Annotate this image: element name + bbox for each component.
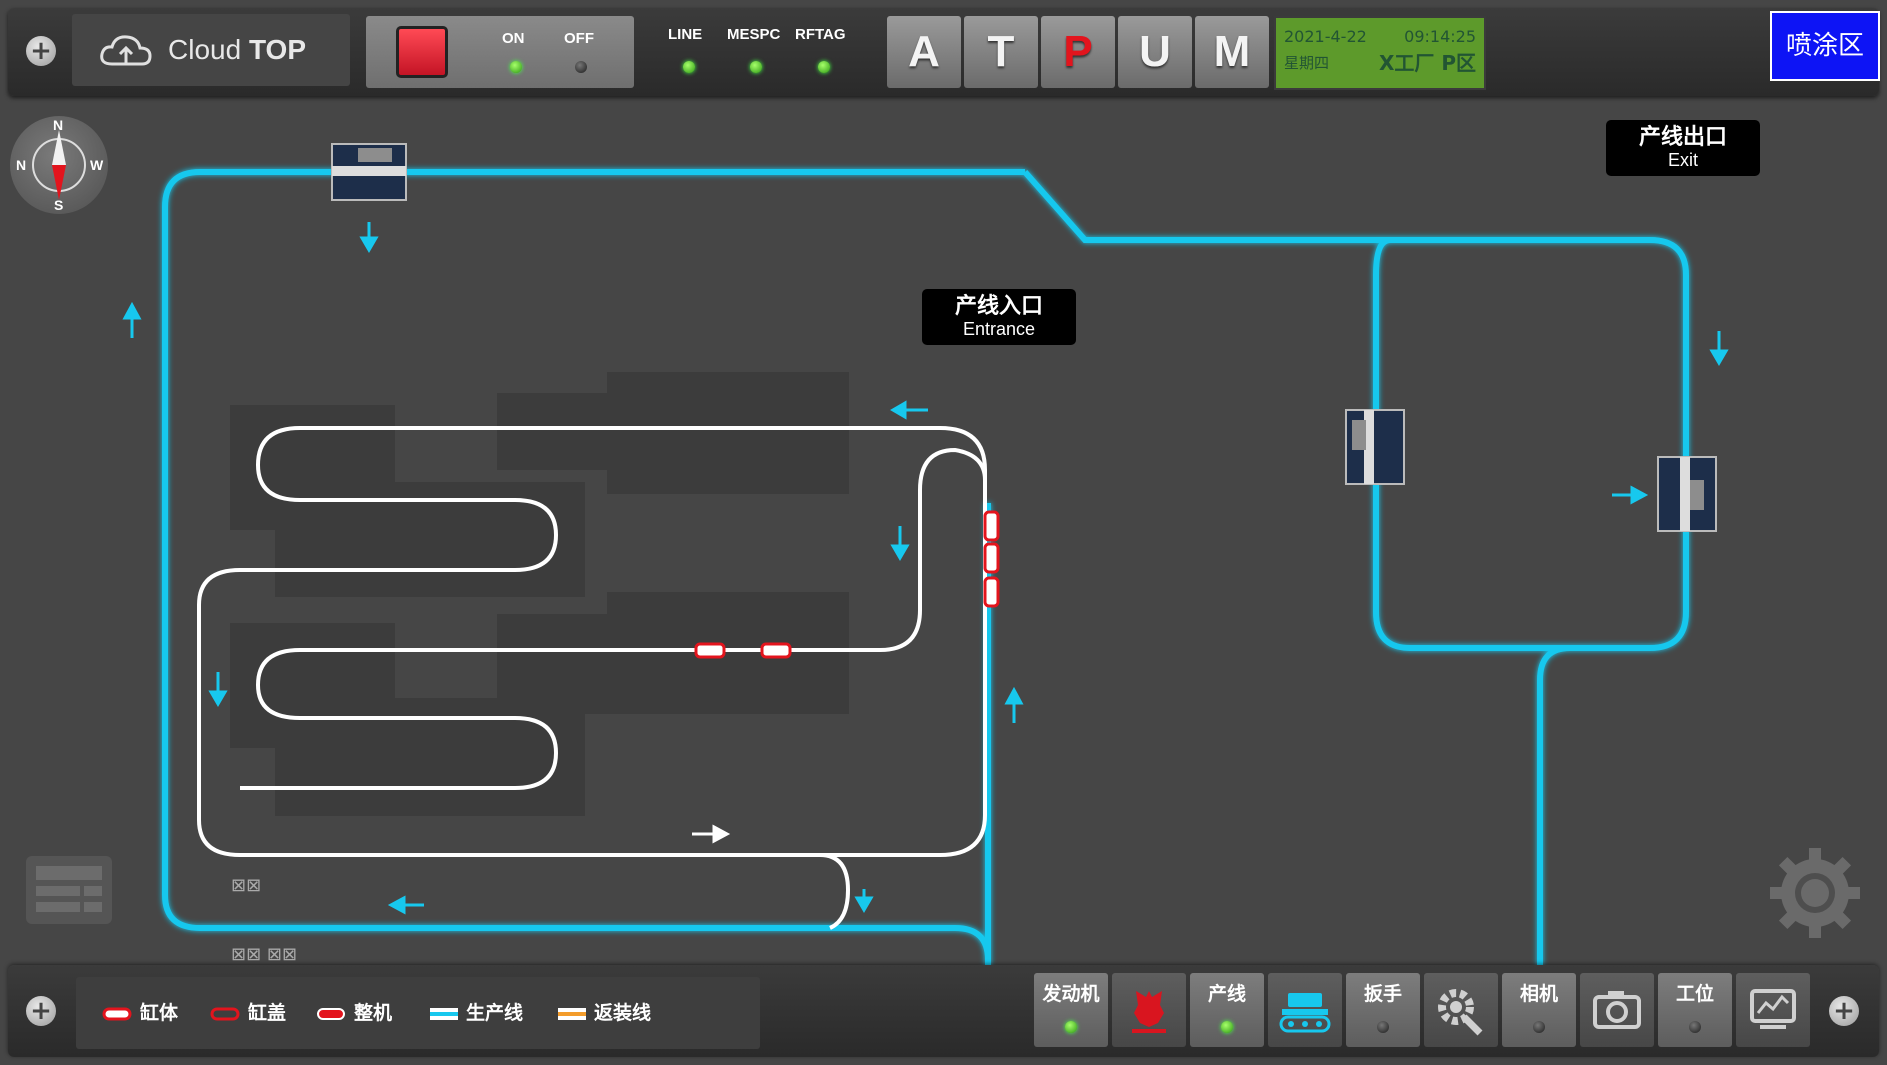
legend-item-block: 缸体 bbox=[102, 1001, 178, 1025]
compass-west: W bbox=[90, 157, 104, 173]
status-label-rftag: RFTAG bbox=[795, 26, 846, 43]
station-machine[interactable] bbox=[331, 143, 407, 201]
off-indicator bbox=[575, 61, 587, 73]
legend-item-production-line: 生产线 bbox=[430, 1001, 523, 1025]
camera-led bbox=[1533, 1021, 1545, 1033]
legend-swatch bbox=[210, 1007, 240, 1020]
mode-m-button[interactable]: M bbox=[1195, 16, 1269, 88]
camera-view-button[interactable] bbox=[1580, 973, 1654, 1047]
logo-text: Cloud TOP bbox=[168, 34, 306, 65]
wrench-gear-icon bbox=[1438, 989, 1483, 1036]
line-map bbox=[122, 143, 1729, 965]
on-label: ON bbox=[502, 30, 525, 47]
compass-widget[interactable]: N N W S bbox=[10, 116, 108, 214]
engine-view-button[interactable] bbox=[1112, 973, 1186, 1047]
expand-bottom-left-button[interactable]: + bbox=[26, 996, 56, 1026]
power-panel: ON OFF bbox=[366, 16, 634, 88]
engine-led bbox=[1065, 1021, 1077, 1033]
engine-icon bbox=[1132, 991, 1166, 1033]
list-glyph bbox=[36, 866, 102, 912]
monitor-view-button[interactable] bbox=[1736, 973, 1810, 1047]
datetime-display: 2021-4-22 09:14:25 星期四 X工厂 P区 bbox=[1274, 16, 1486, 90]
marker-glyphs: ⊠⊠ bbox=[231, 875, 262, 896]
legend-swatch bbox=[317, 1007, 345, 1020]
emergency-stop-button[interactable] bbox=[396, 26, 448, 78]
legend-swatch bbox=[558, 1007, 586, 1020]
status-indicator-line bbox=[683, 61, 695, 73]
mode-t-button[interactable]: T bbox=[964, 16, 1038, 88]
status-label-mespc: MESPC bbox=[727, 26, 781, 43]
legend-item-head: 缸盖 bbox=[210, 1001, 286, 1025]
conveyor-view-button[interactable] bbox=[1268, 973, 1342, 1047]
station-status-button[interactable]: 工位 bbox=[1658, 973, 1732, 1047]
camera-status-button[interactable]: 相机 bbox=[1502, 973, 1576, 1047]
monitor-chart-icon bbox=[1750, 989, 1796, 1029]
legend-swatch bbox=[102, 1007, 132, 1020]
date-text: 2021-4-22 bbox=[1284, 27, 1367, 46]
area-button[interactable]: 喷涂区 bbox=[1770, 11, 1880, 81]
wrench-status-button[interactable]: 扳手 bbox=[1346, 973, 1420, 1047]
line-status-button[interactable]: 产线 bbox=[1190, 973, 1264, 1047]
weekday-text: 星期四 bbox=[1284, 54, 1330, 72]
mode-u-button[interactable]: U bbox=[1118, 16, 1192, 88]
wrench-led bbox=[1377, 1021, 1389, 1033]
camera-icon bbox=[1593, 991, 1641, 1029]
engine-status-button[interactable]: 发动机 bbox=[1034, 973, 1108, 1047]
expand-top-button[interactable]: + bbox=[26, 36, 56, 66]
conveyor-icon bbox=[1279, 993, 1331, 1033]
compass-south: S bbox=[54, 197, 64, 213]
mode-a-button[interactable]: A bbox=[887, 16, 961, 88]
status-label-line: LINE bbox=[668, 26, 703, 43]
zone-text: X工厂 P区 bbox=[1378, 51, 1476, 75]
on-indicator bbox=[510, 61, 522, 73]
logo: Cloud TOP bbox=[72, 14, 350, 86]
expand-bottom-right-button[interactable]: + bbox=[1829, 996, 1859, 1026]
legend: 缸体 缸盖 整机 生产线 返装线 bbox=[76, 977, 760, 1049]
legend-item-engine: 整机 bbox=[316, 1001, 392, 1025]
station-led bbox=[1689, 1021, 1701, 1033]
status-indicator-mespc bbox=[750, 61, 762, 73]
wrench-view-button[interactable] bbox=[1424, 973, 1498, 1047]
settings-gear-icon[interactable] bbox=[1768, 846, 1862, 940]
mode-p-button[interactable]: P bbox=[1041, 16, 1115, 88]
legend-swatch bbox=[430, 1007, 458, 1020]
list-icon[interactable] bbox=[26, 856, 112, 924]
compass-north: N bbox=[53, 117, 64, 133]
entrance-sign: 产线入口 Entrance bbox=[922, 289, 1076, 345]
station-machine[interactable] bbox=[1657, 456, 1717, 532]
line-led bbox=[1221, 1021, 1233, 1033]
exit-sign: 产线出口 Exit bbox=[1606, 120, 1760, 176]
floor-zones bbox=[230, 372, 849, 816]
white-flow-arrow bbox=[692, 824, 731, 844]
cloud-icon bbox=[100, 35, 152, 66]
legend-item-return-line: 返装线 bbox=[558, 1001, 651, 1025]
compass-left: N bbox=[16, 157, 27, 173]
station-machine[interactable] bbox=[1345, 409, 1405, 485]
time-text: 09:14:25 bbox=[1404, 27, 1476, 46]
status-indicator-rftag bbox=[818, 61, 830, 73]
off-label: OFF bbox=[564, 30, 594, 47]
marker-glyphs: ⊠⊠ ⊠⊠ bbox=[231, 944, 298, 965]
gear-glyph bbox=[1770, 848, 1860, 938]
